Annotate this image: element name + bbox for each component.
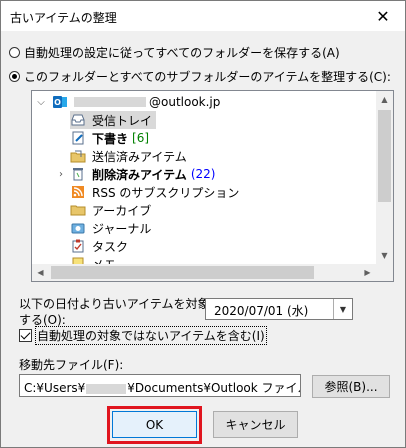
scroll-up-arrow-icon[interactable]: ▲ (376, 91, 393, 108)
tree-item-label: 受信トレイ (92, 113, 153, 128)
cancel-button[interactable]: キャンセル (213, 411, 298, 438)
tree-item-drafts[interactable]: 下書き [6] (70, 129, 149, 147)
include-non-autoarchive-checkbox[interactable]: 自動処理の対象ではないアイテムを含む(I) (19, 325, 267, 345)
tree-item-inbox[interactable]: 受信トレイ (70, 111, 157, 129)
tree-account-row[interactable]: ⌵ O @outlook.jp (32, 93, 376, 111)
tree-item-deleted[interactable]: › 削除済みアイテム (22) (54, 165, 215, 183)
scroll-right-arrow-icon[interactable]: ▶ (359, 264, 376, 281)
rss-icon (70, 184, 86, 200)
item-count: [6] (132, 131, 150, 145)
radio-label: 自動処理の設定に従ってすべてのフォルダーを保存する(A) (24, 45, 340, 60)
trash-icon (70, 166, 86, 182)
inbox-icon (70, 112, 86, 128)
scroll-left-arrow-icon[interactable]: ◀ (32, 264, 49, 281)
item-count: (22) (190, 167, 216, 181)
tree-item-journal[interactable]: ジャーナル (70, 219, 151, 237)
tree-item-label: タスク (92, 239, 129, 254)
tree-item-rss[interactable]: RSS のサブスクリプション (70, 183, 239, 201)
date-label-line1: 以下の日付より古いアイテムを対象と (19, 297, 222, 311)
tree-item-label: 削除済みアイテム (92, 167, 187, 182)
tree-item-label: ジャーナル (92, 221, 152, 236)
redacted-user-name (86, 383, 127, 394)
drafts-icon (70, 130, 86, 146)
browse-button[interactable]: 参照(B)... (312, 375, 390, 398)
scroll-thumb[interactable] (51, 266, 314, 279)
radio-button-unchecked[interactable] (9, 46, 20, 58)
radio-label: このフォルダーとすべてのサブフォルダーのアイテムを整理する(C): (24, 69, 391, 84)
tree-item-label: 送信済みアイテム (92, 149, 187, 164)
dialog-title: 古いアイテムの整理 (10, 11, 117, 25)
close-button[interactable]: ✕ (361, 1, 405, 31)
title-bar: 古いアイテムの整理 ✕ (1, 1, 405, 31)
move-to-label: 移動先ファイル(F): (19, 358, 124, 372)
tree-item-archive[interactable]: アーカイブ (70, 201, 151, 219)
ok-button[interactable]: OK (112, 411, 197, 438)
archive-file-path-text: C:¥Users¥¥Documents¥Outlook ファイル¥a (24, 381, 300, 395)
expand-chevron-icon[interactable]: › (56, 169, 66, 180)
redacted-email-name (74, 97, 146, 107)
tree-vertical-scrollbar[interactable]: ▲ ▼ (376, 91, 393, 264)
collapse-chevron-icon[interactable]: ⌵ (36, 97, 46, 108)
tree-item-label: 下書き (92, 131, 129, 146)
dropdown-arrow-icon[interactable]: ▼ (333, 299, 352, 319)
tree-item-label: RSS のサブスクリプション (92, 185, 240, 200)
svg-text:O: O (54, 98, 61, 107)
checkbox-checked[interactable] (19, 328, 32, 342)
date-value: 2020/07/01 (水) (214, 304, 309, 318)
tasks-icon (70, 238, 86, 254)
folder-icon (70, 202, 86, 218)
tree-item-label: アーカイブ (92, 203, 152, 218)
journal-icon (70, 220, 86, 236)
radio-archive-by-autoarchive[interactable]: 自動処理の設定に従ってすべてのフォルダーを保存する(A) (9, 43, 340, 61)
tree-item-tasks[interactable]: タスク (70, 237, 128, 255)
folder-tree[interactable]: ⌵ O @outlook.jp 受信トレイ 下書き [6] 送信済みアイテム ›… (31, 90, 394, 282)
radio-archive-this-folder[interactable]: このフォルダーとすべてのサブフォルダーのアイテムを整理する(C): (9, 67, 391, 85)
scrollbar-corner (376, 264, 393, 281)
archive-dialog: 古いアイテムの整理 ✕ 自動処理の設定に従ってすべてのフォルダーを保存する(A)… (0, 0, 406, 448)
outlook-icon: O (52, 94, 68, 110)
checkbox-label: 自動処理の対象ではないアイテムを含む(I) (35, 325, 267, 345)
scroll-down-arrow-icon[interactable]: ▼ (376, 247, 393, 264)
sent-icon (70, 148, 86, 164)
date-picker[interactable]: 2020/07/01 (水) ▼ (205, 298, 353, 320)
tree-item-sent[interactable]: 送信済みアイテム (70, 147, 187, 165)
radio-button-checked[interactable] (9, 70, 20, 82)
archive-file-path-input[interactable]: C:¥Users¥¥Documents¥Outlook ファイル¥a (19, 374, 301, 397)
account-email-domain: @outlook.jp (149, 95, 221, 109)
tree-horizontal-scrollbar[interactable]: ◀ ▶ (32, 264, 376, 281)
scroll-thumb[interactable] (378, 110, 391, 202)
